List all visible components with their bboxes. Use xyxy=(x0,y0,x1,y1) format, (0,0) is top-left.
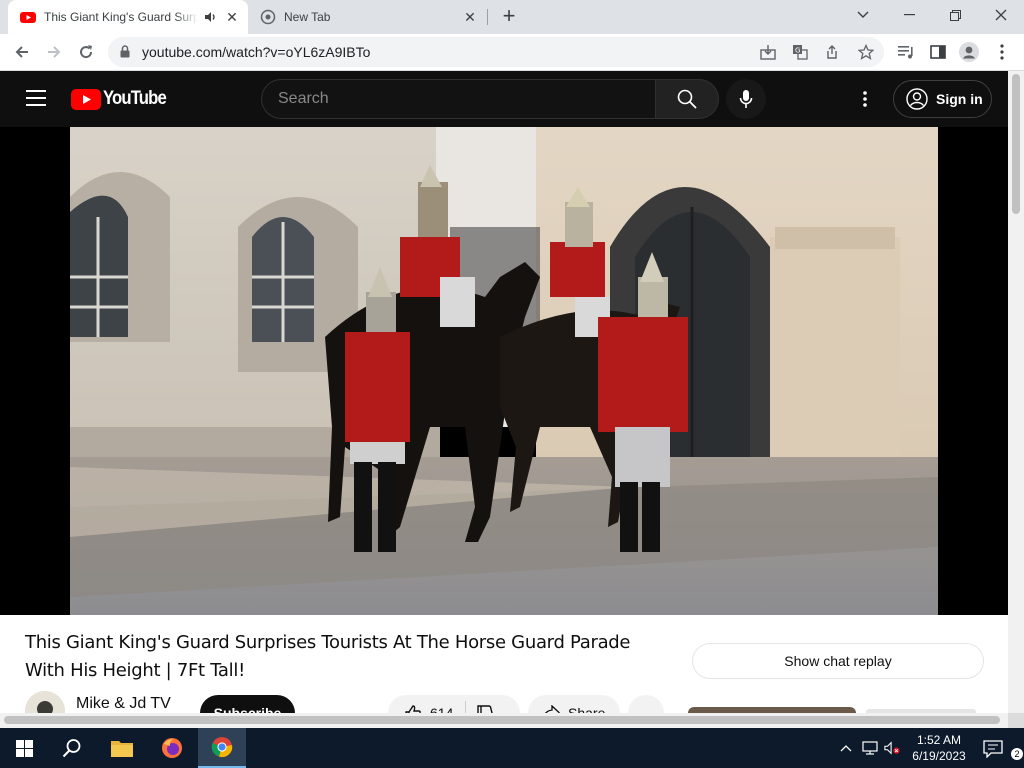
like-count: 614 xyxy=(430,705,454,713)
url-text[interactable]: youtube.com/watch?v=oYL6zA9IBTo xyxy=(142,44,370,60)
microphone-icon xyxy=(739,90,753,108)
youtube-wordmark: YouTube xyxy=(103,88,167,109)
show-chat-replay-button[interactable]: Show chat replay xyxy=(692,643,984,679)
windows-taskbar: 1:52 AM 6/19/2023 2 xyxy=(0,728,1024,768)
share-arrow-icon xyxy=(544,705,560,713)
network-icon[interactable] xyxy=(862,740,878,756)
bookmark-star-icon[interactable] xyxy=(857,43,875,61)
search-input[interactable]: Search xyxy=(261,79,656,119)
youtube-play-logo-icon xyxy=(71,88,101,110)
close-tab-icon[interactable]: ✕ xyxy=(224,9,240,25)
vertical-scrollbar[interactable] xyxy=(1008,71,1024,728)
clock-time: 1:52 AM xyxy=(916,733,962,747)
more-actions-button[interactable] xyxy=(628,695,664,713)
share-page-icon[interactable] xyxy=(823,43,841,61)
guide-menu-icon[interactable] xyxy=(26,90,46,106)
share-label: Share xyxy=(568,705,606,713)
youtube-logo[interactable]: YouTube xyxy=(71,88,174,110)
install-app-icon[interactable] xyxy=(759,43,777,61)
notification-icon xyxy=(983,740,1003,759)
channel-avatar[interactable] xyxy=(25,691,65,713)
clock-date: 6/19/2023 xyxy=(912,749,966,763)
profile-avatar-icon[interactable] xyxy=(959,42,979,62)
thumbs-down-icon[interactable] xyxy=(476,704,494,713)
channel-name[interactable]: Mike & Jd TV xyxy=(76,695,171,713)
search-button[interactable] xyxy=(655,79,719,119)
vertical-scroll-thumb[interactable] xyxy=(1012,74,1020,214)
search-placeholder: Search xyxy=(278,90,329,107)
subscribe-label: Subscribe xyxy=(213,705,282,713)
browser-tab-strip: This Giant King's Guard Surprises Touris… xyxy=(0,0,1024,34)
media-control-icon[interactable] xyxy=(896,42,916,62)
reload-button[interactable] xyxy=(74,40,98,64)
close-window-button[interactable] xyxy=(978,0,1024,30)
video-frame[interactable] xyxy=(70,127,938,615)
notification-count-badge: 2 xyxy=(1011,748,1023,760)
scrollbar-corner xyxy=(1008,713,1024,728)
browser-menu-icon[interactable] xyxy=(992,42,1012,62)
lock-icon[interactable] xyxy=(120,45,130,58)
sign-in-label: Sign in xyxy=(936,91,983,107)
svg-text:G: G xyxy=(795,47,800,55)
tab-title: This Giant King's Guard Surprises Touris… xyxy=(44,10,198,24)
youtube-header: YouTube Search Sign in xyxy=(0,71,1008,127)
like-button[interactable]: 614 xyxy=(388,695,520,713)
restore-button[interactable] xyxy=(932,0,978,30)
firefox-icon xyxy=(162,738,182,758)
file-explorer-button[interactable] xyxy=(98,728,146,768)
settings-dots-icon[interactable] xyxy=(855,89,875,109)
show-hidden-icons-icon[interactable] xyxy=(838,740,854,756)
forward-button[interactable] xyxy=(42,40,66,64)
back-button[interactable] xyxy=(10,40,34,64)
video-title: This Giant King's Guard Surprises Touris… xyxy=(25,632,631,681)
globe-icon xyxy=(260,9,276,25)
minimize-button[interactable] xyxy=(886,0,932,30)
video-player[interactable] xyxy=(0,127,1008,615)
tab-search-icon[interactable] xyxy=(840,0,886,30)
voice-search-button[interactable] xyxy=(726,79,766,119)
close-tab-icon[interactable]: ✕ xyxy=(462,9,478,25)
action-center-button[interactable] xyxy=(978,736,1008,762)
browser-toolbar: youtube.com/watch?v=oYL6zA9IBTo G xyxy=(0,34,1024,71)
taskbar-search-button[interactable] xyxy=(48,728,96,768)
firefox-button[interactable] xyxy=(148,728,196,768)
thumbs-up-icon xyxy=(405,705,421,713)
youtube-favicon-icon xyxy=(20,12,36,23)
address-bar[interactable]: youtube.com/watch?v=oYL6zA9IBTo G xyxy=(108,37,884,67)
volume-muted-icon[interactable] xyxy=(884,740,900,756)
folder-icon xyxy=(111,741,133,757)
horizontal-scroll-thumb[interactable] xyxy=(4,716,1000,724)
tab-new-tab[interactable]: New Tab ✕ xyxy=(250,0,486,34)
tab-separator xyxy=(487,9,488,25)
sign-in-button[interactable]: Sign in xyxy=(893,80,992,118)
translate-icon[interactable]: G xyxy=(791,43,809,61)
chat-replay-label: Show chat replay xyxy=(784,653,892,669)
system-clock[interactable]: 1:52 AM 6/19/2023 xyxy=(906,732,972,764)
like-dislike-divider xyxy=(465,701,467,713)
horizontal-scrollbar[interactable] xyxy=(0,713,1008,728)
windows-logo-icon xyxy=(15,739,33,757)
account-circle-icon xyxy=(906,88,928,110)
audio-playing-icon[interactable] xyxy=(204,10,218,24)
chrome-icon xyxy=(211,737,233,758)
new-tab-button[interactable]: + xyxy=(498,5,520,28)
search-icon xyxy=(677,89,697,109)
chrome-button[interactable] xyxy=(198,728,246,768)
subscribe-button[interactable]: Subscribe xyxy=(200,695,295,713)
search-icon xyxy=(62,739,81,758)
tab-title: New Tab xyxy=(284,10,331,24)
start-button[interactable] xyxy=(0,728,48,768)
side-panel-icon[interactable] xyxy=(928,42,948,62)
share-button[interactable]: Share xyxy=(528,695,620,713)
tab-youtube-video[interactable]: This Giant King's Guard Surprises Touris… xyxy=(8,0,248,34)
video-info-section: This Giant King's Guard Surprises Touris… xyxy=(0,615,1008,713)
